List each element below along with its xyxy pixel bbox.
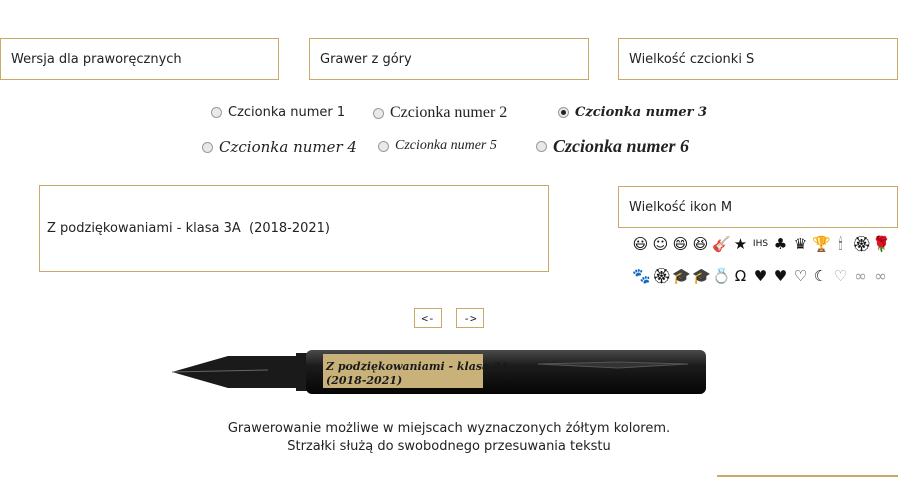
- radio-indicator-selected[interactable]: [558, 107, 569, 118]
- horseshoe-icon[interactable]: Ω: [732, 267, 749, 285]
- smile-outline-icon[interactable]: ☺: [652, 235, 669, 253]
- icon-row-2: 🐾 🏵 🎓 🎓 💍 Ω ♥ ♥ ♡ ☾ ♡ ∞ ∞: [632, 267, 889, 285]
- grin-icon[interactable]: 😄: [672, 235, 689, 253]
- font-option-label: Czcionka numer 2: [390, 104, 508, 121]
- radio-indicator[interactable]: [373, 107, 384, 119]
- font-option-label: Czcionka numer 5: [395, 138, 497, 153]
- move-right-label: ->: [463, 311, 477, 325]
- infinity-icon[interactable]: ∞: [852, 267, 869, 285]
- graduation-cap-icon[interactable]: 🎓: [672, 267, 691, 285]
- hand-version-select[interactable]: Wersja dla praworęcznych: [0, 38, 279, 80]
- font-size-value: Wielkość czcionki S: [629, 51, 755, 67]
- icon-row-1: 😃 ☺ 😄 😆 🎸 ★ IHS ♣ ♛ 🏆 🕯 🏵 🌹: [632, 235, 891, 253]
- moon-icon[interactable]: ☾: [812, 267, 829, 285]
- font-option-label: Czcionka numer 6: [553, 136, 690, 156]
- crown-icon[interactable]: ♛: [792, 235, 809, 253]
- clover-icon[interactable]: ♣: [772, 235, 789, 253]
- candle-icon[interactable]: 🕯: [832, 235, 849, 253]
- radio-indicator[interactable]: [378, 140, 389, 152]
- heart-outline-icon[interactable]: ♡: [792, 267, 809, 285]
- rings-icon[interactable]: 💍: [712, 267, 731, 285]
- move-left-button[interactable]: <-: [414, 308, 442, 328]
- font-option-label: Czcionka numer 4: [219, 138, 357, 156]
- star-icon[interactable]: ★: [732, 235, 749, 253]
- font-option-3[interactable]: Czcionka numer 3: [558, 105, 707, 120]
- move-left-label: <-: [421, 311, 435, 325]
- info-caption-line2: Strzałki służą do swobodnego przesuwania…: [287, 439, 611, 454]
- hand-version-value: Wersja dla praworęcznych: [11, 51, 182, 67]
- icon-size-value: Wielkość ikon M: [629, 199, 733, 215]
- radio-indicator[interactable]: [211, 107, 222, 118]
- graduation-cap-2-icon[interactable]: 🎓: [692, 267, 711, 285]
- heart-icon[interactable]: ♥: [772, 267, 789, 285]
- medal-icon[interactable]: 🏵: [652, 267, 671, 285]
- font-option-4[interactable]: Czcionka numer 4: [202, 138, 357, 156]
- trophy-icon[interactable]: 🏆: [812, 235, 831, 253]
- engrave-side-value: Grawer z góry: [320, 51, 412, 67]
- move-right-button[interactable]: ->: [456, 308, 484, 328]
- engraving-text-value: Z podziękowaniami - klasa 3A (2018-2021): [47, 221, 331, 236]
- info-caption-line1: Grawerowanie możliwe w miejscach wyznacz…: [227, 421, 671, 436]
- rose-icon[interactable]: 🌹: [872, 235, 891, 253]
- pen-engraving-line2: (2018-2021): [326, 374, 402, 387]
- font-option-label: Czcionka numer 3: [575, 105, 708, 120]
- rosette-icon[interactable]: 🏵: [852, 235, 871, 253]
- infinity-2-icon[interactable]: ∞: [872, 267, 889, 285]
- pen-engraving-line1: Z podziękowaniami - klasa 3A: [325, 360, 510, 373]
- ihs-icon[interactable]: IHS: [752, 235, 769, 253]
- laugh-icon[interactable]: 😆: [692, 235, 709, 253]
- font-option-label: Czcionka numer 1: [228, 105, 346, 120]
- engrave-side-select[interactable]: Grawer z góry: [309, 38, 589, 80]
- font-option-2[interactable]: Czcionka numer 2: [373, 104, 507, 122]
- guitar-icon[interactable]: 🎸: [712, 235, 731, 253]
- radio-indicator[interactable]: [202, 141, 213, 153]
- font-size-select[interactable]: Wielkość czcionki S: [618, 38, 898, 80]
- icon-size-select[interactable]: Wielkość ikon M: [618, 186, 898, 228]
- heart-tilted-icon[interactable]: ♥: [752, 267, 769, 285]
- heart-outline-2-icon[interactable]: ♡: [832, 267, 849, 285]
- radio-indicator[interactable]: [536, 141, 547, 152]
- font-option-6[interactable]: Czcionka numer 6: [536, 136, 689, 157]
- pen-preview: Z podziękowaniami - klasa 3A (2018-2021): [171, 350, 706, 394]
- font-option-5[interactable]: Czcionka numer 5: [378, 138, 497, 154]
- font-option-1[interactable]: Czcionka numer 1: [211, 105, 345, 120]
- engraving-text-input[interactable]: Z podziękowaniami - klasa 3A (2018-2021): [39, 185, 549, 272]
- smile-icon[interactable]: 😃: [632, 235, 649, 253]
- paw-icon[interactable]: 🐾: [632, 267, 651, 285]
